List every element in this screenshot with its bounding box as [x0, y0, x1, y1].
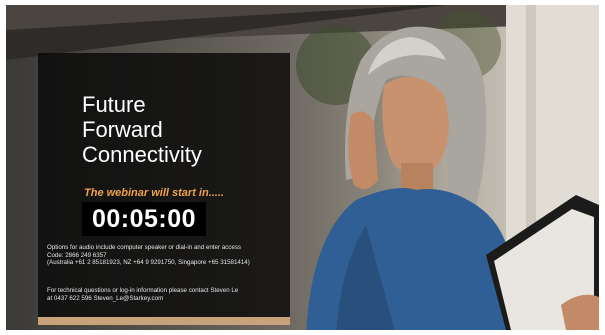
countdown-timer: 00:05:00	[82, 202, 206, 236]
contact-info: For technical questions or log-in inform…	[47, 287, 238, 302]
contact-info-line: at 0437 622 596 Steven_Le@Starkey.com	[47, 294, 164, 302]
webinar-title: Future Forward Connectivity	[82, 92, 202, 167]
title-line: Forward	[82, 117, 163, 142]
audio-info: Options for audio include computer speak…	[47, 244, 250, 267]
audio-info-line: Options for audio include computer speak…	[47, 244, 241, 251]
start-countdown-label: The webinar will start in.....	[84, 187, 224, 199]
audio-info-line: (Australia +61 2 85181923, NZ +64 9 9291…	[47, 259, 250, 266]
audio-info-line: Code: 2866 249 6357	[47, 251, 107, 259]
title-line: Connectivity	[82, 142, 202, 167]
panel-accent-stripe	[38, 317, 290, 325]
title-line: Future	[82, 92, 146, 117]
contact-info-line: For technical questions or log-in inform…	[47, 287, 239, 294]
